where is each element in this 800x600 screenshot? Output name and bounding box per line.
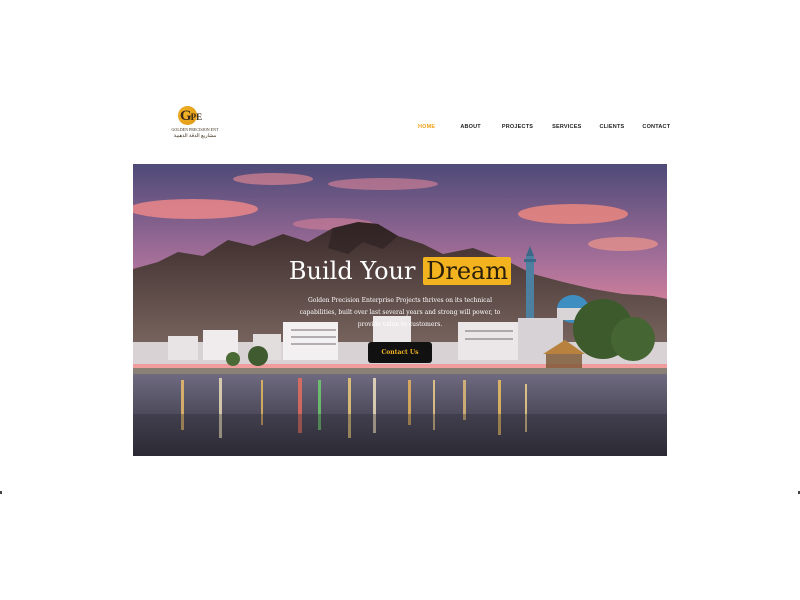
nav-item-projects[interactable]: PROJECTS bbox=[502, 124, 533, 130]
company-logo[interactable]: GPE GOLDEN PRECISION ENT مشاريع الدقة ال… bbox=[165, 106, 225, 146]
hero-title: Build Your Dream bbox=[133, 257, 667, 285]
nav-item-contact[interactable]: CONTACT bbox=[642, 124, 670, 130]
logo-arabic-name: مشاريع الدقة الذهبية bbox=[173, 133, 217, 139]
hero-subtitle: Golden Precision Enterprise Projects thr… bbox=[299, 297, 501, 328]
hero-title-prefix: Build Your bbox=[288, 257, 416, 285]
main-nav: HOME ABOUT PROJECTS SERVICES CLIENTS CON… bbox=[418, 124, 670, 130]
nav-item-home[interactable]: HOME bbox=[418, 124, 435, 130]
nav-item-clients[interactable]: CLIENTS bbox=[599, 124, 624, 130]
logo-company-name: GOLDEN PRECISION ENT bbox=[171, 127, 219, 132]
edge-marker-left bbox=[0, 491, 2, 494]
nav-item-about[interactable]: ABOUT bbox=[460, 124, 481, 130]
contact-us-button[interactable]: Contact Us bbox=[368, 342, 432, 363]
logo-mark: GPE bbox=[180, 108, 203, 124]
hero-banner: Build Your Dream Golden Precision Enterp… bbox=[133, 164, 667, 456]
nav-item-services[interactable]: SERVICES bbox=[552, 124, 581, 130]
hero-title-highlight: Dream bbox=[423, 257, 512, 285]
